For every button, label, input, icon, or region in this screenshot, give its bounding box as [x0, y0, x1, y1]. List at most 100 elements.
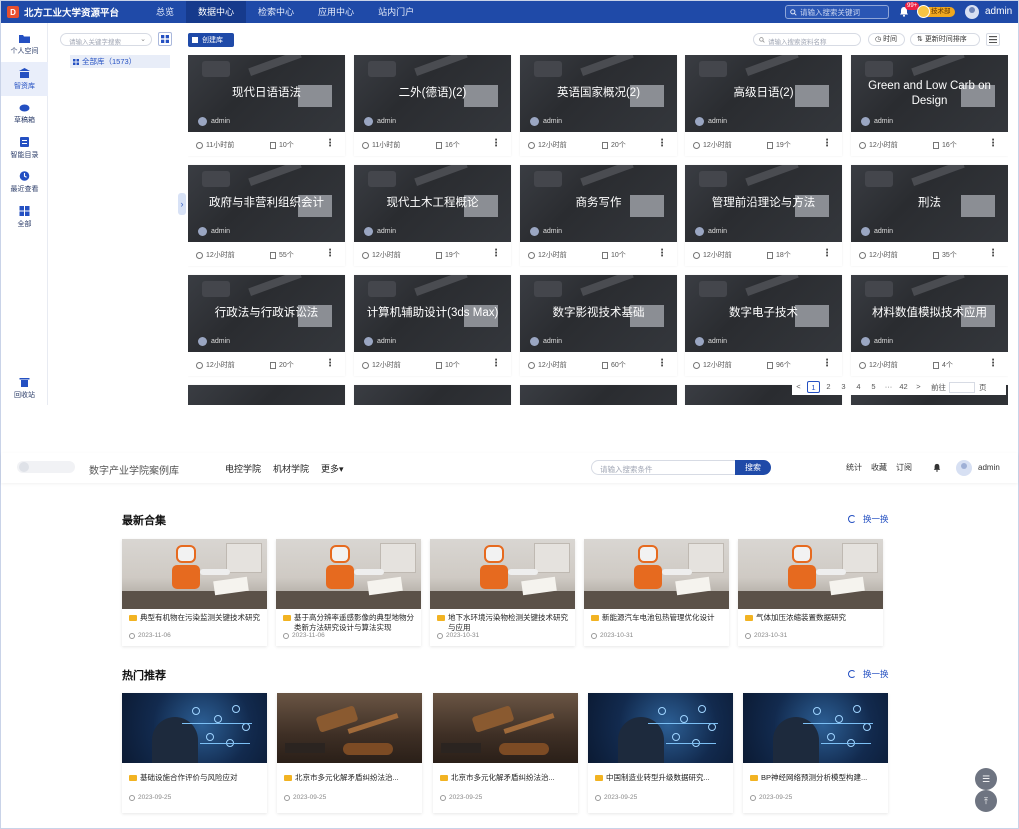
collection-card[interactable]: 新能源汽车电池包热管理优化设计 2023-10-31 [584, 539, 729, 646]
library-card-cover[interactable]: 数字电子技术 admin [685, 275, 842, 352]
sidebar-item-recycle-bin[interactable]: 回收站 [1, 371, 48, 405]
sort-by-time-button[interactable]: ◷ 时间 [868, 33, 905, 46]
more-options-icon[interactable]: ⋮ [657, 138, 667, 149]
library-card-cover[interactable] [188, 385, 345, 405]
sidebar-item[interactable]: 草稿箱 [1, 96, 48, 130]
collection-thumbnail[interactable] [738, 539, 883, 609]
recommend-thumbnail[interactable] [433, 693, 578, 763]
portal-nav-link[interactable]: 机材学院 [273, 462, 309, 475]
library-card-cover[interactable]: Green and Low Carb on Design admin [851, 55, 1008, 132]
pager-page-button[interactable]: 3 [837, 381, 850, 393]
recommend-title[interactable]: 中国制造业转型升级数据研究... [595, 773, 729, 783]
library-card[interactable]: Green and Low Carb on Design admin 12小时前 16… [851, 55, 1008, 156]
pager-page-button[interactable]: 2 [822, 381, 835, 393]
collection-thumbnail[interactable] [276, 539, 421, 609]
library-card-cover[interactable]: 现代日语语法 admin [188, 55, 345, 132]
nav-item[interactable]: 应用中心 [306, 1, 366, 23]
library-card[interactable] [188, 385, 345, 405]
library-card-cover[interactable]: 计算机辅助设计(3ds Max) admin [354, 275, 511, 352]
sidebar-item[interactable]: 个人空间 [1, 27, 48, 61]
library-card[interactable]: 现代日语语法 admin 11小时前 10个 ⋮ [188, 55, 345, 156]
library-card-cover[interactable]: 刑法 admin [851, 165, 1008, 242]
collection-title[interactable]: 新能源汽车电池包热管理优化设计 [591, 613, 723, 623]
recommend-card[interactable]: BP神经网络预测分析模型构建... 2023-09-25 [743, 693, 888, 813]
recommend-thumbnail[interactable] [588, 693, 733, 763]
collection-card[interactable]: 气体加压浓缩装置数据研究 2023-10-31 [738, 539, 883, 646]
portal-logo[interactable] [17, 461, 75, 473]
collection-title[interactable]: 气体加压浓缩装置数据研究 [745, 613, 877, 623]
library-card[interactable]: 刑法 admin 12小时前 35个 ⋮ [851, 165, 1008, 266]
portal-header-link[interactable]: 订阅 [896, 462, 912, 473]
pager-page-button[interactable]: ··· [882, 381, 895, 393]
recommend-title[interactable]: BP神经网络预测分析模型构建... [750, 773, 884, 783]
pager-page-button[interactable]: 1 [807, 381, 820, 393]
bell-icon[interactable] [933, 463, 941, 472]
collection-thumbnail[interactable] [584, 539, 729, 609]
library-card-cover[interactable]: 二外(德语)(2) admin [354, 55, 511, 132]
pager-prev-button[interactable]: < [792, 381, 805, 393]
library-card-cover[interactable] [520, 385, 677, 405]
more-options-icon[interactable]: ⋮ [657, 358, 667, 369]
library-card[interactable]: 数字电子技术 admin 12小时前 96个 ⋮ [685, 275, 842, 376]
tree-view-toggle-button[interactable] [158, 32, 172, 46]
recommend-card[interactable]: 北京市多元化解矛盾纠纷法治... 2023-09-25 [277, 693, 422, 813]
tree-search-input[interactable]: 请输入关键字搜索 ⌄ [60, 33, 152, 46]
list-view-button[interactable] [986, 33, 1000, 46]
sort-by-update-button[interactable]: ⇅ 更新时间排序 [910, 33, 980, 46]
library-card[interactable]: 二外(德语)(2) admin 11小时前 16个 ⋮ [354, 55, 511, 156]
library-card-cover[interactable]: 英语国家概况(2) admin [520, 55, 677, 132]
user-avatar[interactable] [965, 5, 979, 19]
more-options-icon[interactable]: ⋮ [988, 248, 998, 259]
nav-item[interactable]: 数据中心 [186, 1, 247, 23]
more-options-icon[interactable]: ⋮ [491, 358, 501, 369]
library-card-cover[interactable]: 行政法与行政诉讼法 admin [188, 275, 345, 352]
pager-next-button[interactable]: > [912, 381, 925, 393]
library-card-cover[interactable]: 商务写作 admin [520, 165, 677, 242]
portal-nav-link[interactable]: 更多▾ [321, 462, 344, 475]
recommend-thumbnail[interactable] [122, 693, 267, 763]
collection-card[interactable]: 基于高分辨率遥感影像的典型地物分类新方法研究设计与算法实现 2023-11-06 [276, 539, 421, 646]
more-options-icon[interactable]: ⋮ [325, 138, 335, 149]
global-search-input[interactable]: 请输入搜索关键词 [785, 5, 889, 19]
more-options-icon[interactable]: ⋮ [491, 138, 501, 149]
more-options-icon[interactable]: ⋮ [325, 358, 335, 369]
library-card[interactable] [354, 385, 511, 405]
portal-user-avatar[interactable] [956, 460, 972, 476]
sidebar-item[interactable]: 智能目录 [1, 131, 48, 165]
collection-card[interactable]: 地下水环境污染物检测关键技术研究与应用 2023-10-31 [430, 539, 575, 646]
recommend-thumbnail[interactable] [277, 693, 422, 763]
more-options-icon[interactable]: ⋮ [822, 138, 832, 149]
pager-page-button[interactable]: 42 [897, 381, 910, 393]
library-card-cover[interactable]: 管理前沿理论与方法 admin [685, 165, 842, 242]
pager-page-button[interactable]: 5 [867, 381, 880, 393]
user-name[interactable]: admin [985, 6, 1012, 17]
more-options-icon[interactable]: ⋮ [491, 248, 501, 259]
collection-title[interactable]: 典型有机物在污染监测关键技术研究 [129, 613, 261, 623]
pager-page-button[interactable]: 4 [852, 381, 865, 393]
library-card-cover[interactable] [354, 385, 511, 405]
sidebar-item[interactable]: 智资库 [1, 61, 48, 96]
more-options-icon[interactable]: ⋮ [657, 248, 667, 259]
sidebar-item[interactable]: 全部 [1, 200, 48, 234]
collection-title[interactable]: 基于高分辨率遥感影像的典型地物分类新方法研究设计与算法实现 [283, 613, 415, 633]
library-card[interactable]: 商务写作 admin 12小时前 10个 ⋮ [520, 165, 677, 266]
more-options-icon[interactable]: ⋮ [822, 358, 832, 369]
library-card-cover[interactable]: 数字影视技术基础 admin [520, 275, 677, 352]
portal-nav-link[interactable]: 电控学院 [225, 462, 261, 475]
more-options-icon[interactable]: ⋮ [325, 248, 335, 259]
library-card[interactable]: 材料数值模拟技术应用 admin 12小时前 4个 ⋮ [851, 275, 1008, 376]
recommend-card[interactable]: 北京市多元化解矛盾纠纷法治... 2023-09-25 [433, 693, 578, 813]
back-to-top-button[interactable]: ⤒ [975, 790, 997, 812]
collection-title[interactable]: 地下水环境污染物检测关键技术研究与应用 [437, 613, 569, 633]
library-card[interactable]: 管理前沿理论与方法 admin 12小时前 18个 ⋮ [685, 165, 842, 266]
nav-item[interactable]: 站内门户 [366, 1, 426, 23]
library-card[interactable]: 现代土木工程概论 admin 12小时前 19个 ⋮ [354, 165, 511, 266]
nav-item[interactable]: 检索中心 [246, 1, 306, 23]
portal-header-link[interactable]: 统计 [846, 462, 862, 473]
recommend-card[interactable]: 中国制造业转型升级数据研究... 2023-09-25 [588, 693, 733, 813]
library-card-cover[interactable]: 材料数值模拟技术应用 admin [851, 275, 1008, 352]
portal-user-name[interactable]: admin [978, 463, 1000, 472]
sidebar-item[interactable]: 最近查看 [1, 165, 48, 199]
recommend-title[interactable]: 北京市多元化解矛盾纠纷法治... [284, 773, 418, 783]
library-card[interactable]: 英语国家概况(2) admin 12小时前 20个 ⋮ [520, 55, 677, 156]
